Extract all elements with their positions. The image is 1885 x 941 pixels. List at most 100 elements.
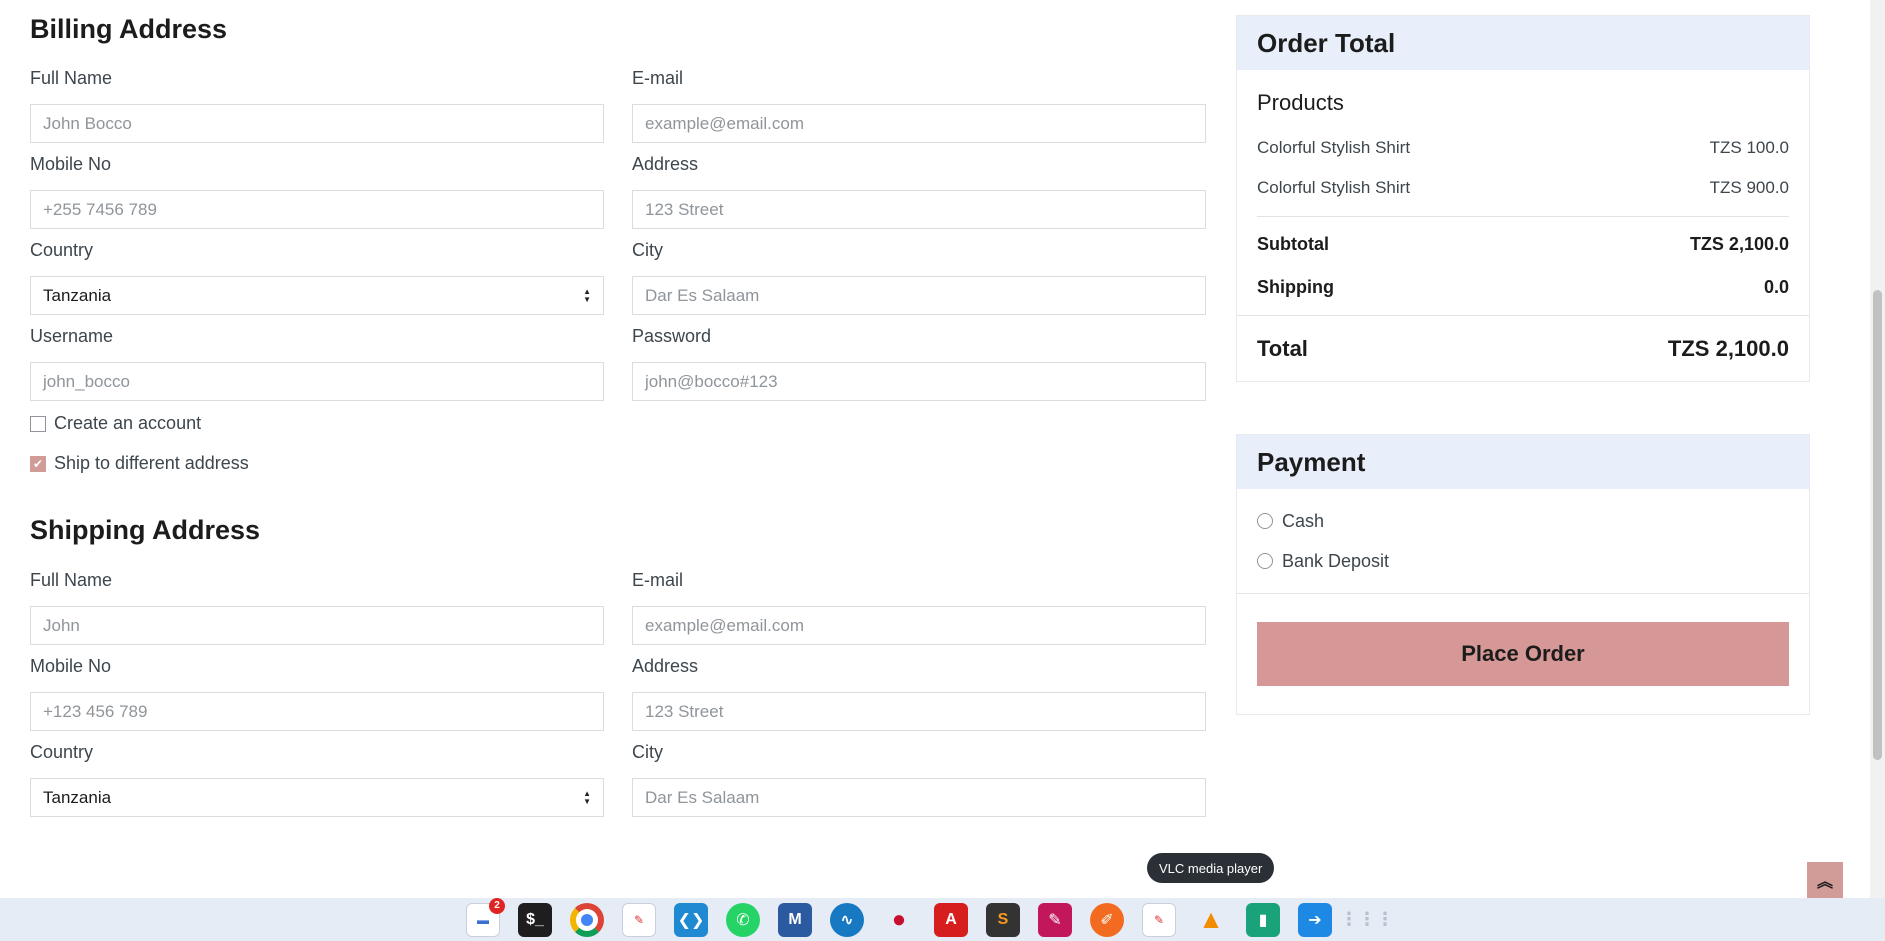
billing-email-field: E-mail example@email.com: [632, 68, 1206, 143]
payment-option-cash[interactable]: Cash: [1257, 501, 1789, 541]
apps-grid-icon[interactable]: ⋮⋮⋮: [1340, 903, 1394, 937]
shipping-email-input[interactable]: example@email.com: [632, 606, 1206, 645]
billing-full-name-field: Full Name John Bocco: [30, 68, 604, 143]
checkbox-checked-icon[interactable]: ✔: [30, 455, 46, 472]
billing-email-input[interactable]: example@email.com: [632, 104, 1206, 143]
billing-city-input[interactable]: Dar Es Salaam: [632, 276, 1206, 315]
billing-city-label: City: [632, 240, 663, 260]
vscode-icon[interactable]: ❮❯: [674, 902, 708, 937]
double-chevron-up-icon: ︽: [1816, 874, 1833, 891]
ship-different-label: Ship to different address: [54, 453, 249, 473]
billing-mobile-input[interactable]: +255 7456 789: [30, 190, 604, 229]
shipping-value: 0.0: [1763, 277, 1789, 297]
billing-password-input[interactable]: john@bocco#123: [632, 362, 1206, 401]
billing-address-label: Address: [632, 154, 699, 174]
taskbar: ▬ 2 $_ ✎ ❮❯ ✆ M ∿ ● A S ✎ ✐ ✎ ▲ ▮ ➔ ⋮⋮⋮: [0, 897, 1885, 941]
text-editor-icon[interactable]: ✎: [622, 902, 656, 937]
terminal-icon[interactable]: $_: [518, 902, 552, 937]
create-account-label: Create an account: [54, 413, 202, 433]
product-row: Colorful Stylish Shirt TZS 900.0: [1257, 168, 1789, 208]
shipping-city-label: City: [632, 742, 663, 762]
shipping-city-field: City Dar Es Salaam: [632, 742, 1206, 817]
payment-option-label: Cash: [1282, 510, 1325, 531]
notification-badge: 2: [489, 897, 505, 914]
shipping-full-name-label: Full Name: [30, 570, 113, 590]
shipping-email-field: E-mail example@email.com: [632, 570, 1206, 645]
shipping-address-input[interactable]: 123 Street: [632, 692, 1206, 731]
billing-title: Billing Address: [30, 14, 228, 44]
payment-options: Cash Bank Deposit: [1237, 489, 1809, 593]
select-arrows-icon: ▲ ▼: [583, 789, 591, 806]
pen-tool-icon[interactable]: ✐: [1090, 902, 1124, 937]
order-products: Products Colorful Stylish Shirt TZS 100.…: [1237, 70, 1809, 315]
shipping-country-label: Country: [30, 742, 94, 762]
share-icon[interactable]: ➔: [1298, 902, 1332, 937]
shipping-full-name-field: Full Name John: [30, 570, 604, 645]
payment-card: Payment Cash Bank Deposit Place Order: [1236, 434, 1810, 715]
chrome-icon[interactable]: [570, 902, 604, 937]
shipping-full-name-input[interactable]: John: [30, 606, 604, 645]
shipping-mobile-field: Mobile No +123 456 789: [30, 656, 604, 731]
calendar-icon[interactable]: ▬ 2: [466, 897, 505, 937]
payment-option-label: Bank Deposit: [1282, 550, 1390, 571]
file-icon[interactable]: ✎: [1038, 902, 1072, 937]
sublime-icon[interactable]: S: [986, 902, 1020, 937]
pdf-reader-icon[interactable]: A: [934, 902, 968, 937]
product-name: Colorful Stylish Shirt: [1257, 138, 1411, 157]
billing-full-name-label: Full Name: [30, 68, 113, 88]
billing-country-value: Tanzania: [43, 286, 112, 305]
radio-icon[interactable]: [1257, 513, 1273, 529]
select-arrows-icon: ▲ ▼: [583, 287, 591, 304]
order-total-title: Order Total: [1237, 16, 1809, 70]
shipping-title: Shipping Address: [30, 515, 261, 545]
product-price: TZS 900.0: [1709, 178, 1789, 197]
vlc-icon[interactable]: ▲: [1194, 903, 1228, 937]
place-order-button[interactable]: Place Order: [1257, 622, 1789, 686]
subtotal-label: Subtotal: [1257, 234, 1329, 254]
total-value: TZS 2,100.0: [1667, 335, 1789, 361]
billing-country-select[interactable]: Tanzania ▲ ▼: [30, 276, 604, 315]
back-to-top-button[interactable]: ︽: [1807, 862, 1843, 898]
divider: [1257, 216, 1789, 217]
metasploit-icon[interactable]: M: [778, 902, 812, 937]
whatsapp-icon[interactable]: ✆: [726, 902, 760, 937]
total-label: Total: [1257, 335, 1308, 361]
shipping-country-value: Tanzania: [43, 788, 112, 807]
ship-different-checkbox[interactable]: ✔ Ship to different address: [30, 453, 249, 474]
shipping-email-label: E-mail: [632, 570, 684, 590]
cherry-icon[interactable]: ●: [882, 903, 916, 937]
payment-actions: Place Order: [1237, 594, 1809, 714]
product-price: TZS 100.0: [1709, 138, 1789, 157]
scrollbar-thumb[interactable]: [1873, 290, 1882, 760]
shipping-mobile-input[interactable]: +123 456 789: [30, 692, 604, 731]
billing-username-input[interactable]: john_bocco: [30, 362, 604, 401]
subtotal-value: TZS 2,100.0: [1689, 234, 1789, 254]
products-title: Products: [1257, 90, 1344, 115]
billing-email-label: E-mail: [632, 68, 684, 88]
total-row: Total TZS 2,100.0: [1237, 316, 1809, 381]
billing-mobile-field: Mobile No +255 7456 789: [30, 154, 604, 229]
shipping-country-select[interactable]: Tanzania ▲ ▼: [30, 778, 604, 817]
archive-icon[interactable]: ▮: [1246, 902, 1280, 937]
billing-mobile-label: Mobile No: [30, 154, 112, 174]
billing-full-name-input[interactable]: John Bocco: [30, 104, 604, 143]
document-icon[interactable]: ✎: [1142, 902, 1176, 937]
billing-username-field: Username john_bocco: [30, 326, 604, 401]
billing-address-field: Address 123 Street: [632, 154, 1206, 229]
billing-password-label: Password: [632, 326, 712, 346]
shipping-country-field: Country Tanzania ▲ ▼: [30, 742, 604, 817]
billing-country-field: Country Tanzania ▲ ▼: [30, 240, 604, 315]
billing-address-input[interactable]: 123 Street: [632, 190, 1206, 229]
taskbar-tooltip: VLC media player: [1147, 853, 1275, 883]
shipping-mobile-label: Mobile No: [30, 656, 112, 676]
payment-option-bank-deposit[interactable]: Bank Deposit: [1257, 541, 1789, 581]
payment-title: Payment: [1237, 435, 1809, 489]
create-account-checkbox[interactable]: Create an account: [30, 413, 201, 434]
shipping-city-input[interactable]: Dar Es Salaam: [632, 778, 1206, 817]
billing-city-field: City Dar Es Salaam: [632, 240, 1206, 315]
checkout-page: Billing Address Full Name John Bocco E-m…: [0, 0, 1870, 898]
checkbox-box[interactable]: [30, 415, 46, 432]
page-scrollbar[interactable]: [1870, 0, 1885, 898]
radio-icon[interactable]: [1257, 553, 1273, 569]
wireshark-icon[interactable]: ∿: [830, 902, 864, 937]
